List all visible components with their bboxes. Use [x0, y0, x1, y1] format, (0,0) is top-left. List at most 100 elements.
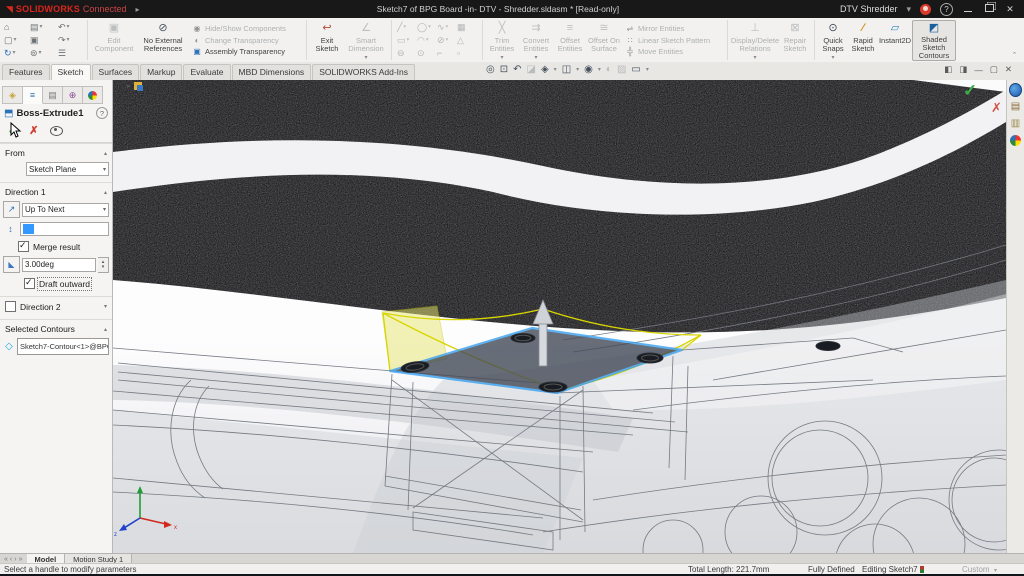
- draft-angle-spinner[interactable]: ▴▾: [98, 257, 109, 273]
- assembly-transparency-button[interactable]: ▣Assembly Transparency: [192, 47, 300, 56]
- options-gear-icon[interactable]: ⊚▾: [30, 47, 56, 60]
- tab-evaluate[interactable]: Evaluate: [183, 64, 230, 80]
- exit-sketch-button[interactable]: ↩ Exit Sketch: [310, 20, 344, 61]
- quick-snaps-button[interactable]: ⊙ Quick Snaps▾: [818, 20, 848, 61]
- units-caret-icon[interactable]: ▾: [994, 567, 997, 574]
- design-library-icon[interactable]: ▤: [1009, 100, 1022, 113]
- draft-button[interactable]: ◣: [3, 256, 20, 273]
- doc-restore-icon[interactable]: ▢: [990, 64, 998, 75]
- hide-show-icon: ◉: [192, 24, 202, 33]
- user-avatar[interactable]: [920, 4, 931, 15]
- units-indicator-icon[interactable]: [920, 566, 924, 573]
- from-plane-dropdown[interactable]: Sketch Plane▾: [26, 162, 109, 176]
- tab-solidworks-add-ins[interactable]: SOLIDWORKS Add-Ins: [312, 64, 415, 80]
- undo-icon[interactable]: ↶▾: [58, 21, 84, 34]
- configuration-manager-tab-icon[interactable]: ▤: [43, 86, 63, 104]
- smart-dimension-icon: ∠: [361, 23, 371, 35]
- tab-sketch[interactable]: Sketch: [51, 64, 91, 80]
- clipboard-icon[interactable]: ▣: [30, 34, 56, 47]
- merge-result-checkbox[interactable]: [18, 241, 29, 252]
- zoom-to-area-icon[interactable]: ⊡: [500, 64, 508, 75]
- display-delete-relations-button: ⊥ Display/Delete Relations▾: [731, 20, 779, 61]
- confirmation-ok-icon[interactable]: ✓: [963, 81, 977, 100]
- doc-close-icon[interactable]: ✕: [1005, 64, 1012, 75]
- flyout-assembly-label[interactable]: DTV - Shredder "TOP LEVE...: [145, 81, 258, 91]
- display-style-icon[interactable]: ◫: [562, 64, 571, 75]
- view-orientation-caret-icon[interactable]: ▾: [554, 66, 557, 73]
- file-explorer-icon[interactable]: ▥: [1009, 117, 1022, 130]
- status-editing: Editing Sketch7: [862, 565, 918, 574]
- change-transparency-button: ◐Change Transparency: [192, 36, 300, 45]
- new-document-icon[interactable]: ▢▾: [4, 34, 28, 47]
- tab-mbd-dimensions[interactable]: MBD Dimensions: [232, 64, 312, 80]
- graphics-viewport[interactable]: ✓ ✗ x z ▸ DTV - Shredder "TOP LEVE...: [113, 80, 1006, 553]
- shaded-sketch-contours-icon: ◩: [929, 23, 939, 34]
- draft-angle-input[interactable]: 3.00deg: [22, 258, 96, 272]
- display-manager-tab-icon[interactable]: [83, 86, 103, 104]
- feature-tree-flyout[interactable]: ▸ DTV - Shredder "TOP LEVE...: [127, 81, 258, 91]
- depth-input[interactable]: [20, 222, 109, 236]
- display-style-caret-icon[interactable]: ▾: [576, 66, 579, 73]
- previous-view-icon[interactable]: ↶: [513, 64, 521, 75]
- hide-show-items-icon[interactable]: ◉: [584, 64, 593, 75]
- minimize-button[interactable]: [962, 4, 974, 14]
- view-settings-icon[interactable]: ▭: [631, 64, 640, 75]
- brand-flyout-arrow-icon[interactable]: ▸: [135, 5, 139, 14]
- featuremanager-tree-tab-icon[interactable]: ◈: [2, 86, 23, 104]
- property-manager-tab-icon[interactable]: ≡: [23, 86, 43, 104]
- assembly-transparency-icon: ▣: [192, 47, 202, 56]
- workspace-caret-icon[interactable]: ▾: [906, 4, 911, 14]
- help-button[interactable]: ?: [940, 3, 953, 16]
- selection-filter-icon[interactable]: ☰: [58, 47, 84, 60]
- zoom-to-fit-icon[interactable]: ◎: [486, 64, 495, 75]
- shaded-sketch-contours-button[interactable]: ◩ Shaded Sketch Contours: [912, 20, 956, 61]
- direction2-checkbox[interactable]: [5, 301, 16, 312]
- tab-nav-next-icon[interactable]: ›: [14, 556, 16, 563]
- dimxpert-tab-icon[interactable]: ⊕: [63, 86, 83, 104]
- solidworks-logo-icon: ◥: [6, 4, 13, 15]
- redo-icon[interactable]: ↷▾: [58, 34, 84, 47]
- selected-contours-listbox[interactable]: Sketch7-Contour<1>@BPG Boar: [17, 338, 109, 355]
- save-icon[interactable]: ▤▾: [30, 21, 56, 34]
- selected-contours-section-header[interactable]: Selected Contours▴: [0, 319, 112, 336]
- draft-outward-checkbox[interactable]: [24, 278, 35, 289]
- hide-show-items-caret-icon[interactable]: ▾: [598, 66, 601, 73]
- pane-left-icon[interactable]: ◧: [944, 64, 952, 75]
- tab-nav-prev-icon[interactable]: ‹: [10, 556, 12, 563]
- 3dexperience-resources-icon[interactable]: [1009, 83, 1022, 96]
- assembly-icon: [134, 82, 142, 90]
- from-section-header[interactable]: From▴: [0, 143, 112, 160]
- direction1-section-header[interactable]: Direction 1▴: [0, 182, 112, 199]
- confirmation-cancel-icon[interactable]: ✗: [991, 100, 1002, 115]
- view-orientation-icon[interactable]: ◈: [541, 64, 549, 75]
- rapid-sketch-button[interactable]: ∕ Rapid Sketch: [848, 20, 878, 61]
- pm-cancel-button[interactable]: ✗: [29, 124, 38, 137]
- tab-surfaces[interactable]: Surfaces: [92, 64, 140, 80]
- draft-outward-row[interactable]: Draft outward: [0, 275, 112, 291]
- direction2-section-header[interactable]: Direction 2▾: [0, 296, 112, 314]
- tab-nav-first-icon[interactable]: «: [4, 556, 8, 563]
- pm-preview-eye-icon[interactable]: [50, 126, 63, 136]
- tab-nav-last-icon[interactable]: »: [19, 556, 23, 563]
- pane-right-icon[interactable]: ◨: [959, 64, 967, 75]
- flyout-expand-arrow-icon[interactable]: ▸: [127, 82, 131, 90]
- restore-button[interactable]: [983, 4, 995, 14]
- instant2d-button[interactable]: ▱ Instant2D: [878, 20, 912, 61]
- doc-minimize-icon[interactable]: —: [974, 65, 983, 75]
- appearances-scenes-icon[interactable]: [1009, 134, 1022, 147]
- workspace-selector[interactable]: DTV Shredder: [840, 4, 898, 14]
- pm-help-icon[interactable]: ?: [96, 107, 108, 119]
- reverse-direction-button[interactable]: ↗: [3, 201, 20, 218]
- status-custom-units[interactable]: Custom: [962, 565, 990, 574]
- merge-result-row[interactable]: Merge result: [0, 238, 112, 254]
- no-external-references-button[interactable]: ⊘ No External References: [137, 20, 189, 61]
- view-settings-caret-icon[interactable]: ▾: [646, 66, 649, 73]
- tab-markup[interactable]: Markup: [140, 64, 182, 80]
- tab-features[interactable]: Features: [2, 64, 50, 80]
- close-button[interactable]: ✕: [1004, 4, 1016, 15]
- home-icon[interactable]: ⌂: [4, 21, 28, 34]
- end-condition-dropdown[interactable]: Up To Next▾: [22, 203, 109, 217]
- ribbon-collapse-chevron[interactable]: ˆ: [1013, 51, 1016, 61]
- shredder-housing-section[interactable]: [113, 80, 1006, 340]
- rebuild-icon[interactable]: ↻▾: [4, 47, 28, 60]
